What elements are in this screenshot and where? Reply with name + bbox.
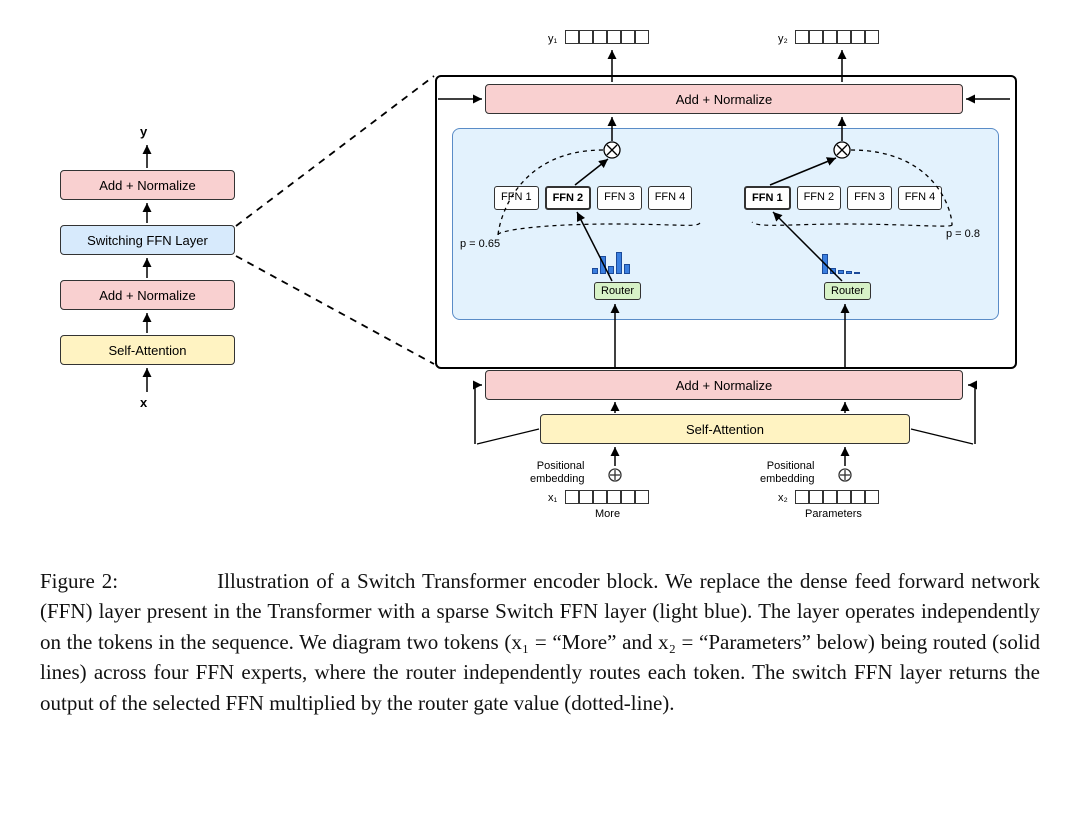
- ffn-group-left: FFN 1 FFN 2 FFN 3 FFN 4: [494, 186, 692, 210]
- token2-word: Parameters: [805, 508, 862, 520]
- x1-label: x₁: [548, 492, 557, 504]
- caption-prefix: Figure 2:: [40, 569, 125, 593]
- pos-embed-left: Positional embedding: [530, 460, 584, 486]
- router-left: Router: [594, 282, 641, 300]
- ffn-left-4: FFN 4: [648, 186, 693, 210]
- y1-label: y₁: [548, 33, 557, 45]
- y1-cells: [565, 30, 649, 44]
- pos-embed-right: Positional embedding: [760, 460, 814, 486]
- x1-cells: [565, 490, 649, 504]
- ffn-left-3: FFN 3: [597, 186, 642, 210]
- plus-circle-icon: [837, 467, 853, 486]
- y2-label: y₂: [778, 33, 788, 45]
- ffn-right-4: FFN 4: [898, 186, 943, 210]
- x2-cells: [795, 490, 879, 504]
- left-block-addnorm-1: Add + Normalize: [60, 170, 235, 200]
- switch-ffn-region: [452, 128, 999, 320]
- left-block-self-attention: Self-Attention: [60, 335, 235, 365]
- left-x-label: x: [140, 395, 147, 410]
- x2-label: x₂: [778, 492, 788, 504]
- y2-cells: [795, 30, 879, 44]
- right-addnorm-top: Add + Normalize: [485, 84, 963, 114]
- ffn-right-2: FFN 2: [797, 186, 842, 210]
- ffn-left-2-selected: FFN 2: [545, 186, 592, 210]
- figure-caption: Figure 2: Illustration of a Switch Trans…: [40, 566, 1040, 718]
- ffn-right-3: FFN 3: [847, 186, 892, 210]
- right-self-attention: Self-Attention: [540, 414, 910, 444]
- left-block-addnorm-2: Add + Normalize: [60, 280, 235, 310]
- ffn-left-1: FFN 1: [494, 186, 539, 210]
- p-right: p = 0.8: [946, 228, 980, 240]
- router-right: Router: [824, 282, 871, 300]
- ffn-right-1-selected: FFN 1: [744, 186, 791, 210]
- ffn-group-right: FFN 1 FFN 2 FFN 3 FFN 4: [744, 186, 942, 210]
- router-bars-left: [592, 252, 630, 274]
- figure-canvas: y Add + Normalize Switching FFN Layer Ad…: [0, 0, 1080, 832]
- caption-body: Illustration of a Switch Transformer enc…: [40, 569, 1040, 715]
- left-y-label: y: [140, 124, 147, 139]
- plus-circle-icon: [607, 467, 623, 486]
- left-block-switch-ffn: Switching FFN Layer: [60, 225, 235, 255]
- right-addnorm-bottom: Add + Normalize: [485, 370, 963, 400]
- p-left: p = 0.65: [460, 238, 500, 250]
- token1-word: More: [595, 508, 620, 520]
- router-bars-right: [822, 252, 860, 274]
